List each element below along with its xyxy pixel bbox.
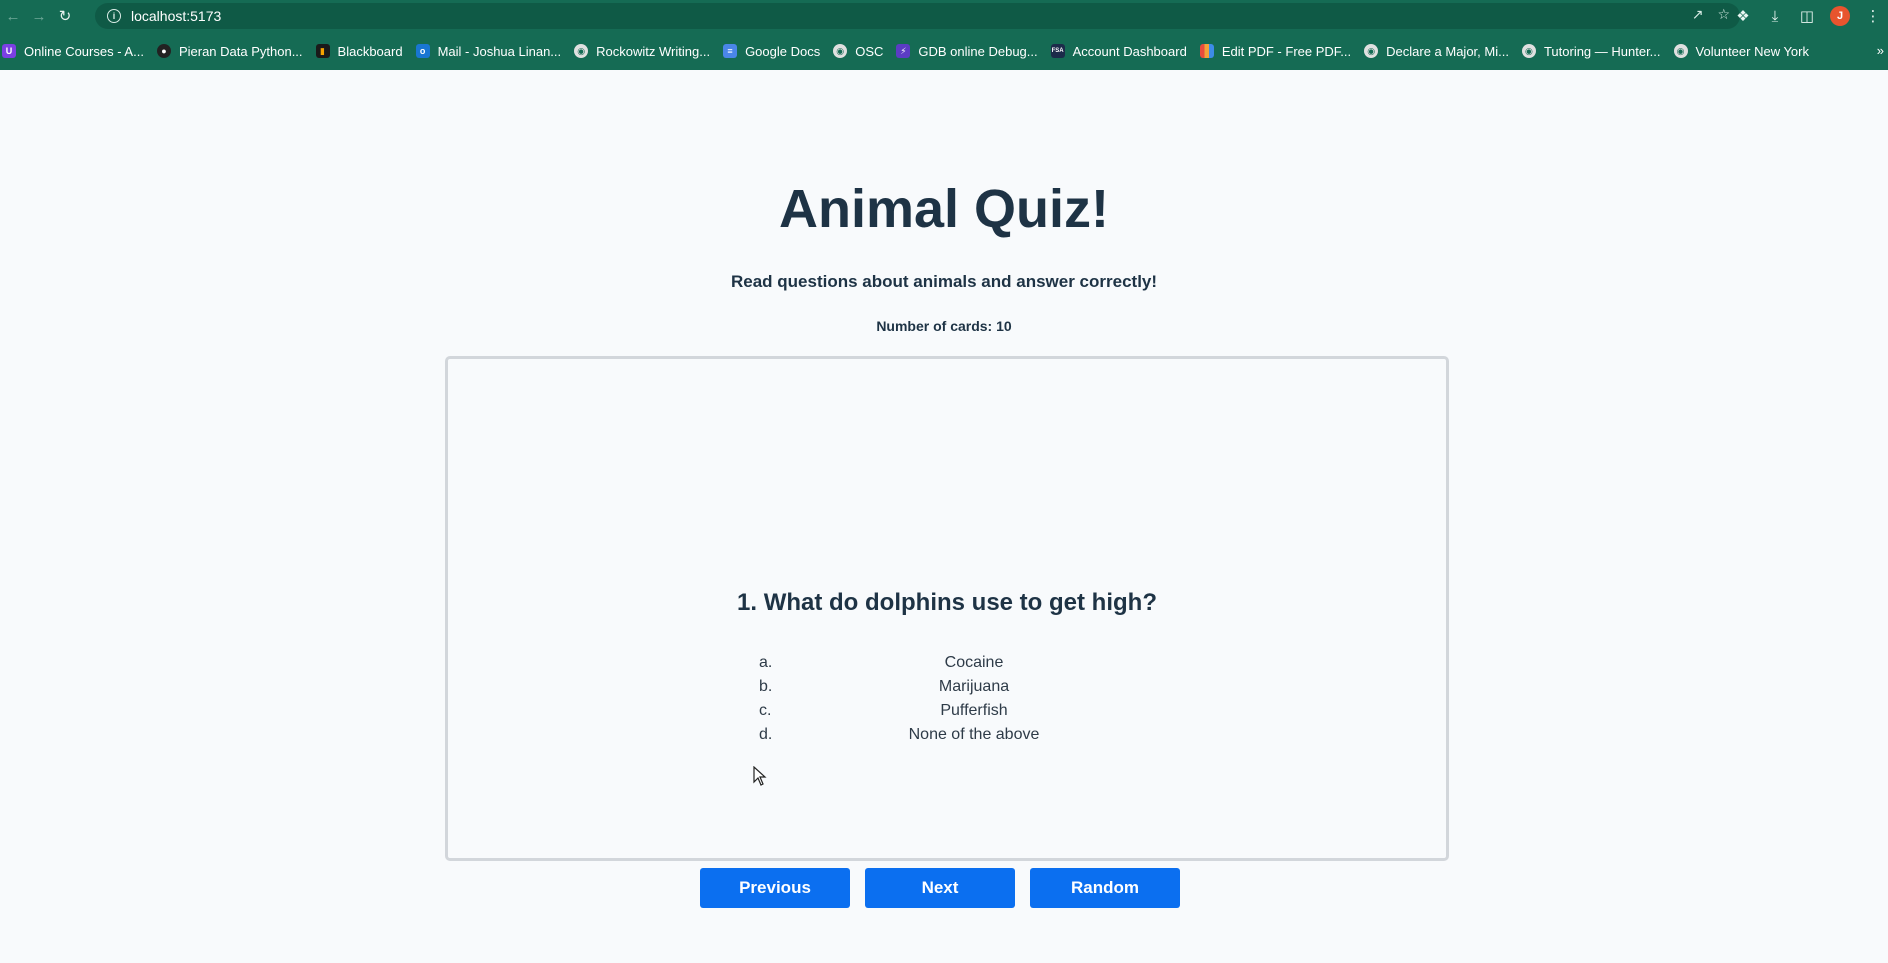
bookmark-osc[interactable]: ◉ OSC bbox=[833, 44, 883, 59]
share-icon[interactable]: ↗ bbox=[1692, 6, 1704, 23]
option-text: Marijuana bbox=[938, 678, 1010, 695]
extensions-icon[interactable]: ❖ bbox=[1734, 7, 1752, 25]
bookmark-label: Google Docs bbox=[745, 43, 821, 59]
bookmark-label: Rockowitz Writing... bbox=[596, 43, 711, 59]
bookmark-label: OSC bbox=[855, 43, 884, 59]
forward-icon[interactable]: → bbox=[28, 5, 50, 27]
outlook-icon: o bbox=[415, 44, 430, 58]
bookmark-google-docs[interactable]: ≡ Google Docs bbox=[723, 44, 820, 59]
answer-option: a. Cocaine bbox=[448, 654, 1446, 678]
browser-chrome: ← → ↻ i localhost:5173 ↗ ☆ ❖ ⤓ ◫ J ⋮ U O… bbox=[0, 0, 1888, 70]
reload-icon[interactable]: ↻ bbox=[54, 5, 76, 27]
answer-option: d. None of the above bbox=[448, 726, 1446, 750]
page-title: Animal Quiz! bbox=[778, 179, 1109, 239]
card-count: Number of cards: 10 bbox=[876, 318, 1012, 334]
bookmark-label: Edit PDF - Free PDF... bbox=[1221, 43, 1352, 59]
bookmark-star-icon[interactable]: ☆ bbox=[1717, 6, 1730, 23]
next-button[interactable]: Next bbox=[865, 868, 1015, 908]
bookmark-label: Account Dashboard bbox=[1072, 43, 1187, 59]
bookmark-label: Volunteer New York bbox=[1695, 43, 1809, 59]
browser-toolbar: ← → ↻ i localhost:5173 ↗ ☆ ❖ ⤓ ◫ J ⋮ bbox=[0, 0, 1888, 32]
bookmark-label: Mail - Joshua Linan... bbox=[437, 43, 562, 59]
option-text: Pufferfish bbox=[940, 702, 1008, 719]
back-icon[interactable]: ← bbox=[2, 5, 24, 27]
bookmark-tutoring[interactable]: ◉ Tutoring — Hunter... bbox=[1521, 43, 1661, 59]
pdf-grid-icon bbox=[1199, 44, 1214, 58]
globe-icon: ◉ bbox=[1521, 44, 1536, 58]
option-text: None of the above bbox=[908, 726, 1040, 743]
question-text: 1. What do dolphins use to get high? bbox=[737, 589, 1157, 616]
mouse-cursor-icon bbox=[753, 766, 767, 786]
bookmark-edit-pdf[interactable]: Edit PDF - Free PDF... bbox=[1199, 43, 1352, 59]
bookmark-label: Pieran Data Python... bbox=[178, 43, 303, 59]
bookmark-mail[interactable]: o Mail - Joshua Linan... bbox=[415, 43, 562, 59]
quiz-page: Animal Quiz! Read questions about animal… bbox=[0, 70, 1888, 963]
bookmark-account-dashboard[interactable]: FSA Account Dashboard bbox=[1050, 43, 1187, 59]
download-icon[interactable]: ⤓ bbox=[1766, 8, 1784, 25]
url-text[interactable]: localhost:5173 bbox=[131, 8, 221, 24]
avatar[interactable]: J bbox=[1830, 6, 1850, 26]
site-info-icon[interactable]: i bbox=[107, 9, 121, 23]
answer-options: a. Cocaine b. Marijuana c. Pufferfish d.… bbox=[448, 654, 1446, 750]
docs-icon: ≡ bbox=[723, 44, 738, 58]
bookmark-label: Blackboard bbox=[337, 43, 403, 59]
answer-option: c. Pufferfish bbox=[448, 702, 1446, 726]
bookmarks-overflow-icon[interactable]: » bbox=[1877, 43, 1884, 58]
bookmark-label: Tutoring — Hunter... bbox=[1543, 43, 1661, 59]
bookmark-online-courses[interactable]: U Online Courses - A... bbox=[2, 44, 144, 59]
bookmark-pieran-data[interactable]: ● Pieran Data Python... bbox=[156, 43, 303, 59]
flashcard[interactable]: 1. What do dolphins use to get high? a. … bbox=[445, 356, 1449, 861]
card-navigation: Previous Next Random bbox=[700, 868, 1180, 908]
previous-button[interactable]: Previous bbox=[700, 868, 850, 908]
answer-option: b. Marijuana bbox=[448, 678, 1446, 702]
purple-shield-icon: U bbox=[2, 44, 16, 58]
address-bar[interactable]: i localhost:5173 ↗ ☆ bbox=[95, 3, 1740, 29]
globe-icon: ◉ bbox=[833, 44, 848, 58]
globe-icon: ◉ bbox=[1364, 44, 1379, 58]
bookmark-gdb[interactable]: ⚡ GDB online Debug... bbox=[896, 43, 1038, 59]
bookmark-label: Online Courses - A... bbox=[24, 43, 144, 59]
bookmark-blackboard[interactable]: ▮ Blackboard bbox=[315, 43, 403, 59]
github-icon: ● bbox=[156, 44, 171, 58]
page-subtitle: Read questions about animals and answer … bbox=[730, 272, 1158, 291]
bookmarks-bar: U Online Courses - A... ● Pieran Data Py… bbox=[0, 32, 1888, 70]
sidepanel-icon[interactable]: ◫ bbox=[1798, 7, 1816, 25]
bookmark-rockowitz[interactable]: ◉ Rockowitz Writing... bbox=[574, 44, 710, 59]
globe-icon: ◉ bbox=[1673, 44, 1688, 58]
bookmark-volunteer[interactable]: ◉ Volunteer New York bbox=[1673, 43, 1809, 59]
bolt-icon: ⚡ bbox=[896, 44, 911, 58]
menu-icon[interactable]: ⋮ bbox=[1864, 7, 1882, 25]
option-text: Cocaine bbox=[944, 654, 1004, 671]
globe-icon: ◉ bbox=[574, 44, 589, 58]
random-button[interactable]: Random bbox=[1030, 868, 1180, 908]
blackboard-icon: ▮ bbox=[315, 44, 330, 58]
bookmark-label: GDB online Debug... bbox=[918, 43, 1038, 59]
bookmark-declare-major[interactable]: ◉ Declare a Major, Mi... bbox=[1364, 44, 1509, 59]
fsa-icon: FSA bbox=[1050, 44, 1065, 58]
bookmark-label: Declare a Major, Mi... bbox=[1386, 43, 1509, 59]
